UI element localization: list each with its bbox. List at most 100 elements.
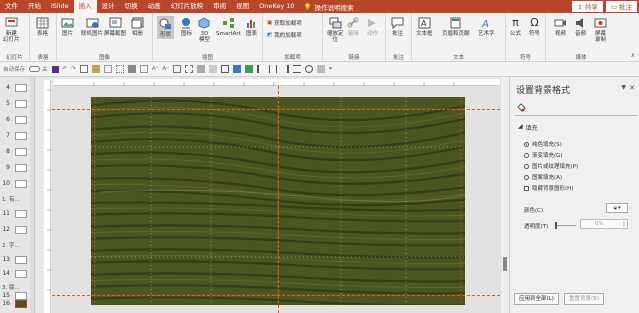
checkbox[interactable] <box>524 185 529 191</box>
scroll-thumb[interactable] <box>503 257 507 271</box>
hide-background-graphics[interactable]: 隐藏背景图形(H) <box>524 184 573 192</box>
grid-icon[interactable] <box>115 65 124 73</box>
audio-button[interactable]: 音频 <box>574 16 587 37</box>
apply-to-all-button[interactable]: 应用到全部(L) <box>514 293 559 305</box>
tab-design[interactable]: 设计 <box>97 0 120 13</box>
get-addins-button[interactable]: ▣ 获取加载项 <box>267 19 302 27</box>
pictures-button[interactable]: 图片 <box>61 16 74 37</box>
table-button[interactable]: 表格 <box>36 16 49 37</box>
vertical-scrollbar[interactable] <box>500 77 509 313</box>
picture-fill-option[interactable]: 图片或纹理填充(P) <box>524 162 578 170</box>
font-decrease-icon[interactable]: A⁻ <box>162 66 169 72</box>
spinner-icon[interactable]: ▴ ▾ <box>623 220 625 228</box>
screenshot-button[interactable]: 屏幕截图 <box>104 16 126 37</box>
radio-button[interactable] <box>524 152 529 158</box>
tab-file[interactable]: 文件 <box>0 0 23 13</box>
gradient-fill-option[interactable]: 渐变填充(G) <box>524 151 563 159</box>
pattern-fill-option[interactable]: 图案填充(A) <box>524 173 562 181</box>
wordart-button[interactable]: A 艺术字 <box>478 16 495 38</box>
equation-button[interactable]: π 公式 <box>509 16 522 38</box>
color-square-blue-icon[interactable] <box>233 65 242 73</box>
album-button[interactable]: 相册 <box>131 16 144 37</box>
present-icon[interactable] <box>79 65 88 73</box>
transparency-slider[interactable] <box>555 222 576 229</box>
tab-animations[interactable]: 动画 <box>143 0 166 13</box>
textbox-button[interactable]: A 文本框 <box>416 16 433 37</box>
online-pictures-button[interactable]: 联机图片 <box>81 16 103 37</box>
align-icon[interactable] <box>103 65 112 73</box>
new-slide-button[interactable]: 新建 幻灯片 <box>3 16 20 43</box>
color-label: 颜色(C) <box>524 208 544 214</box>
redo-icon[interactable]: ↷ <box>71 66 76 72</box>
tab-islide[interactable]: iSlide <box>46 0 74 13</box>
font-increase-icon[interactable]: A⁺ <box>152 66 159 72</box>
zoom-button[interactable]: 缩放定 位 <box>327 16 344 43</box>
chart-button[interactable]: 图表 <box>245 16 258 37</box>
tab-review[interactable]: 审阅 <box>208 0 231 13</box>
collapse-ribbon-icon[interactable]: ∧ <box>631 52 635 59</box>
smartart-button[interactable]: SmartArt <box>216 16 241 37</box>
action-button[interactable]: 动作 <box>366 16 379 37</box>
screen-record-button[interactable]: 屏幕 录制 <box>594 16 607 43</box>
undo-icon[interactable]: ↶ <box>63 66 68 72</box>
guide-line-horizontal[interactable] <box>52 109 500 110</box>
tab-onekey[interactable]: OneKey 10 <box>254 0 299 13</box>
thumbnail-scrollbar[interactable] <box>30 77 34 313</box>
radio-button[interactable] <box>524 163 529 169</box>
slider-handle[interactable] <box>555 222 557 229</box>
album-label: 相册 <box>131 31 143 37</box>
ungroup-icon[interactable] <box>185 65 194 73</box>
paint-bucket-icon[interactable] <box>517 103 526 112</box>
tab-view[interactable]: 视图 <box>231 0 254 13</box>
guide-line-vertical[interactable] <box>278 86 279 313</box>
3d-models-button[interactable]: 3D 模型 <box>198 16 211 43</box>
distribute-icon[interactable] <box>293 65 302 73</box>
tab-slideshow[interactable]: 幻灯片放映 <box>166 0 209 13</box>
guide-line-horizontal[interactable] <box>52 295 500 296</box>
color-picker-button[interactable]: ⬙ ▾ <box>606 203 628 213</box>
slide-number: 11 <box>2 210 10 217</box>
reset-background-button[interactable]: 重置背景(B) <box>564 293 605 305</box>
align-center-icon[interactable] <box>269 65 278 73</box>
radio-button[interactable] <box>524 174 529 180</box>
tab-transitions[interactable]: 切换 <box>120 0 143 13</box>
share-button[interactable]: ⇪ 共享 <box>572 1 603 12</box>
crop-icon[interactable] <box>221 65 230 73</box>
symbol-button[interactable]: Ω 符号 <box>528 16 541 38</box>
save-icon[interactable] <box>51 65 59 73</box>
close-icon[interactable]: ✕ <box>629 84 635 92</box>
format-painter-icon[interactable] <box>91 65 100 73</box>
autosave-state: 关 <box>42 67 48 73</box>
slide-preview <box>15 210 27 218</box>
shape-fill-icon[interactable] <box>127 65 136 73</box>
tab-home[interactable]: 开始 <box>23 0 46 13</box>
color-square-green-icon[interactable] <box>245 65 254 73</box>
align-left-icon[interactable] <box>257 65 265 73</box>
solid-fill-option[interactable]: 纯色填充(S) <box>524 140 562 148</box>
tell-me-search[interactable]: 💡 操作说明搜索 <box>304 2 354 12</box>
insert-comment-button[interactable]: 批注 <box>391 16 404 37</box>
text-size-icon[interactable] <box>139 65 148 73</box>
group-addins: ▣ 获取加载项 ◩ 我的加载项 加载项 <box>263 13 323 62</box>
align-right-icon[interactable] <box>281 65 290 73</box>
header-footer-button[interactable]: 页眉和页脚 <box>442 16 470 37</box>
fill-section-header[interactable]: ◢ 填充 <box>518 123 538 132</box>
my-addins-button[interactable]: ◩ 我的加载项 <box>267 31 302 39</box>
transparency-input[interactable]: 0% ▴ ▾ <box>580 219 628 229</box>
shapes-button[interactable]: 形状 <box>157 16 174 39</box>
bring-forward-icon[interactable] <box>197 65 206 73</box>
link-button[interactable]: 链接 <box>347 16 360 37</box>
group-icon[interactable] <box>173 65 182 73</box>
radio-button[interactable] <box>524 141 529 147</box>
chevron-down-icon[interactable]: ▼ <box>621 84 626 91</box>
customize-toolbar-icon[interactable]: ▾ <box>329 66 332 72</box>
flip-icon[interactable] <box>317 65 326 73</box>
send-backward-icon[interactable] <box>209 65 218 73</box>
icons-button[interactable]: 图标 <box>180 16 193 37</box>
comments-button[interactable]: ▭ 批注 <box>605 1 637 12</box>
autosave-toggle[interactable]: 关 <box>29 65 48 73</box>
svg-text:A: A <box>421 19 427 28</box>
video-button[interactable]: 视频 <box>554 16 567 37</box>
rotate-icon[interactable] <box>305 65 314 73</box>
tab-insert[interactable]: 插入 <box>73 0 97 13</box>
